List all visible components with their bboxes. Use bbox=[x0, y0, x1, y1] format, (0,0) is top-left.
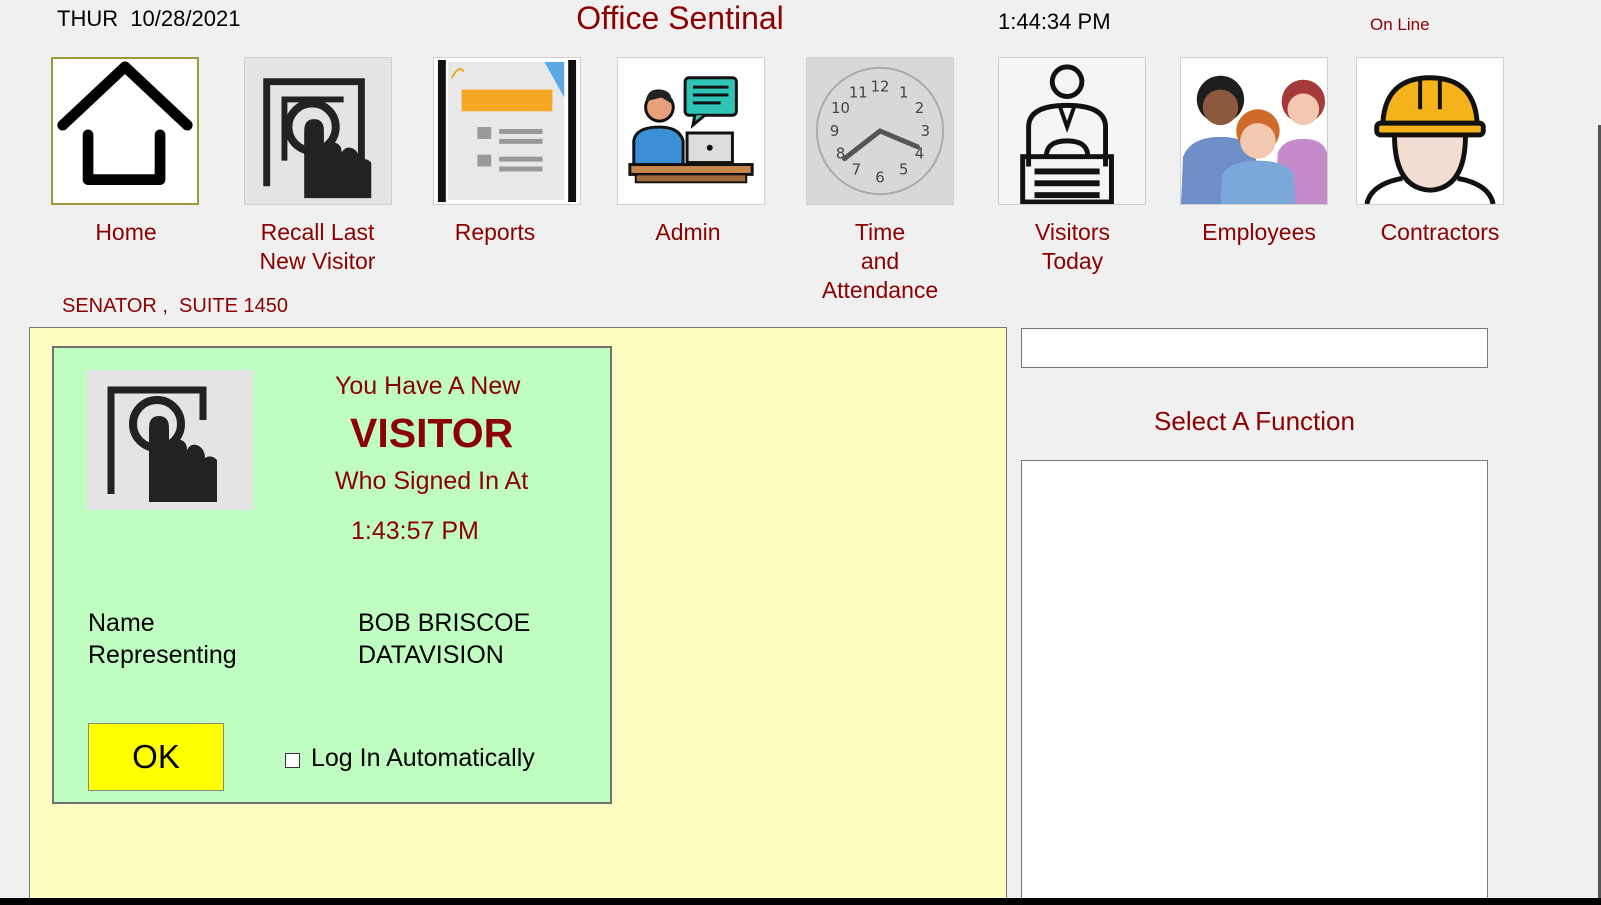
svg-text:10: 10 bbox=[831, 100, 850, 117]
svg-text:11: 11 bbox=[849, 84, 868, 101]
function-list[interactable] bbox=[1021, 460, 1488, 905]
svg-text:3: 3 bbox=[921, 123, 930, 140]
nav-label-visitors-today[interactable]: Visitors Today bbox=[995, 218, 1150, 276]
visitors-today-button[interactable] bbox=[998, 57, 1146, 205]
svg-text:9: 9 bbox=[830, 123, 839, 140]
log-in-automatically-label[interactable]: Log In Automatically bbox=[311, 744, 535, 773]
signin-time: 1:43:57 PM bbox=[351, 517, 479, 545]
app-title: Office Sentinal bbox=[576, 0, 784, 36]
time-and-attendance-button[interactable]: 12 1 2 345 678 9 10 11 bbox=[806, 57, 954, 205]
nav-label-time-and-attendance[interactable]: Time and Attendance bbox=[800, 218, 960, 305]
log-in-automatically-checkbox[interactable] bbox=[285, 753, 300, 768]
svg-text:7: 7 bbox=[852, 161, 861, 178]
visitor-name-value: BOB BRISCOE bbox=[358, 609, 531, 637]
employees-button[interactable] bbox=[1180, 57, 1328, 205]
svg-text:2: 2 bbox=[915, 100, 924, 117]
representing-label: Representing bbox=[88, 641, 237, 669]
nav-label-employees[interactable]: Employees bbox=[1180, 218, 1338, 247]
taskbar-edge bbox=[0, 898, 1601, 905]
nav-label-contractors[interactable]: Contractors bbox=[1355, 218, 1525, 247]
hard-hat-worker-icon bbox=[1364, 75, 1496, 204]
nav-label-line: Contractors bbox=[1380, 219, 1500, 245]
svg-text:6: 6 bbox=[875, 169, 884, 186]
home-button[interactable] bbox=[51, 57, 199, 205]
nav-label-home[interactable]: Home bbox=[56, 218, 196, 247]
nav-label-line: Today bbox=[1041, 248, 1104, 274]
reports-button[interactable] bbox=[433, 57, 581, 205]
nav-label-line: Recall Last bbox=[260, 219, 375, 245]
clock-icon: 12 12 345 678 91011 bbox=[815, 66, 945, 196]
house-icon bbox=[57, 61, 193, 185]
nav-label-reports[interactable]: Reports bbox=[420, 218, 570, 247]
recall-last-new-visitor-button[interactable] bbox=[244, 57, 392, 205]
nav-label-recall-last-new-visitor[interactable]: Recall Last New Visitor bbox=[235, 218, 400, 276]
svg-text:1: 1 bbox=[899, 84, 908, 101]
admin-person-laptop-icon bbox=[628, 76, 754, 184]
current-time: 1:44:34 PM bbox=[998, 9, 1111, 34]
nav-label-line: Reports bbox=[454, 219, 536, 245]
touch-screen-icon bbox=[263, 78, 372, 199]
function-search-input[interactable] bbox=[1021, 328, 1488, 368]
ok-button[interactable]: OK bbox=[88, 723, 224, 791]
report-document-icon bbox=[434, 58, 580, 204]
name-label: Name bbox=[88, 609, 155, 637]
nav-label-line: Visitors bbox=[1035, 219, 1110, 245]
nav-label-line: Home bbox=[95, 219, 157, 245]
location-label: SENATOR , SUITE 1450 bbox=[62, 295, 289, 317]
receptionist-desk-icon bbox=[999, 58, 1145, 204]
nav-label-line: Time bbox=[854, 219, 906, 245]
nav-label-line: and bbox=[860, 248, 900, 274]
nav-label-line: Employees bbox=[1202, 219, 1316, 245]
connection-status: On Line bbox=[1370, 15, 1430, 34]
contractors-button[interactable] bbox=[1356, 57, 1504, 205]
nav-label-line: Admin bbox=[655, 219, 721, 245]
nav-label-line: Attendance bbox=[821, 277, 939, 303]
nav-label-line: New Visitor bbox=[259, 248, 376, 274]
people-group-icon bbox=[1181, 75, 1327, 204]
current-date: THUR 10/28/2021 bbox=[57, 6, 241, 31]
svg-text:12: 12 bbox=[871, 79, 890, 96]
touch-screen-icon bbox=[87, 370, 253, 510]
select-function-label: Select A Function bbox=[1154, 406, 1355, 436]
notice-line-2: Who Signed In At bbox=[335, 467, 529, 495]
admin-button[interactable] bbox=[617, 57, 765, 205]
svg-text:5: 5 bbox=[899, 161, 908, 178]
representing-value: DATAVISION bbox=[358, 641, 504, 669]
notice-headline: VISITOR bbox=[350, 410, 514, 456]
notice-line-1: You Have A New bbox=[335, 372, 521, 400]
nav-label-admin[interactable]: Admin bbox=[613, 218, 763, 247]
